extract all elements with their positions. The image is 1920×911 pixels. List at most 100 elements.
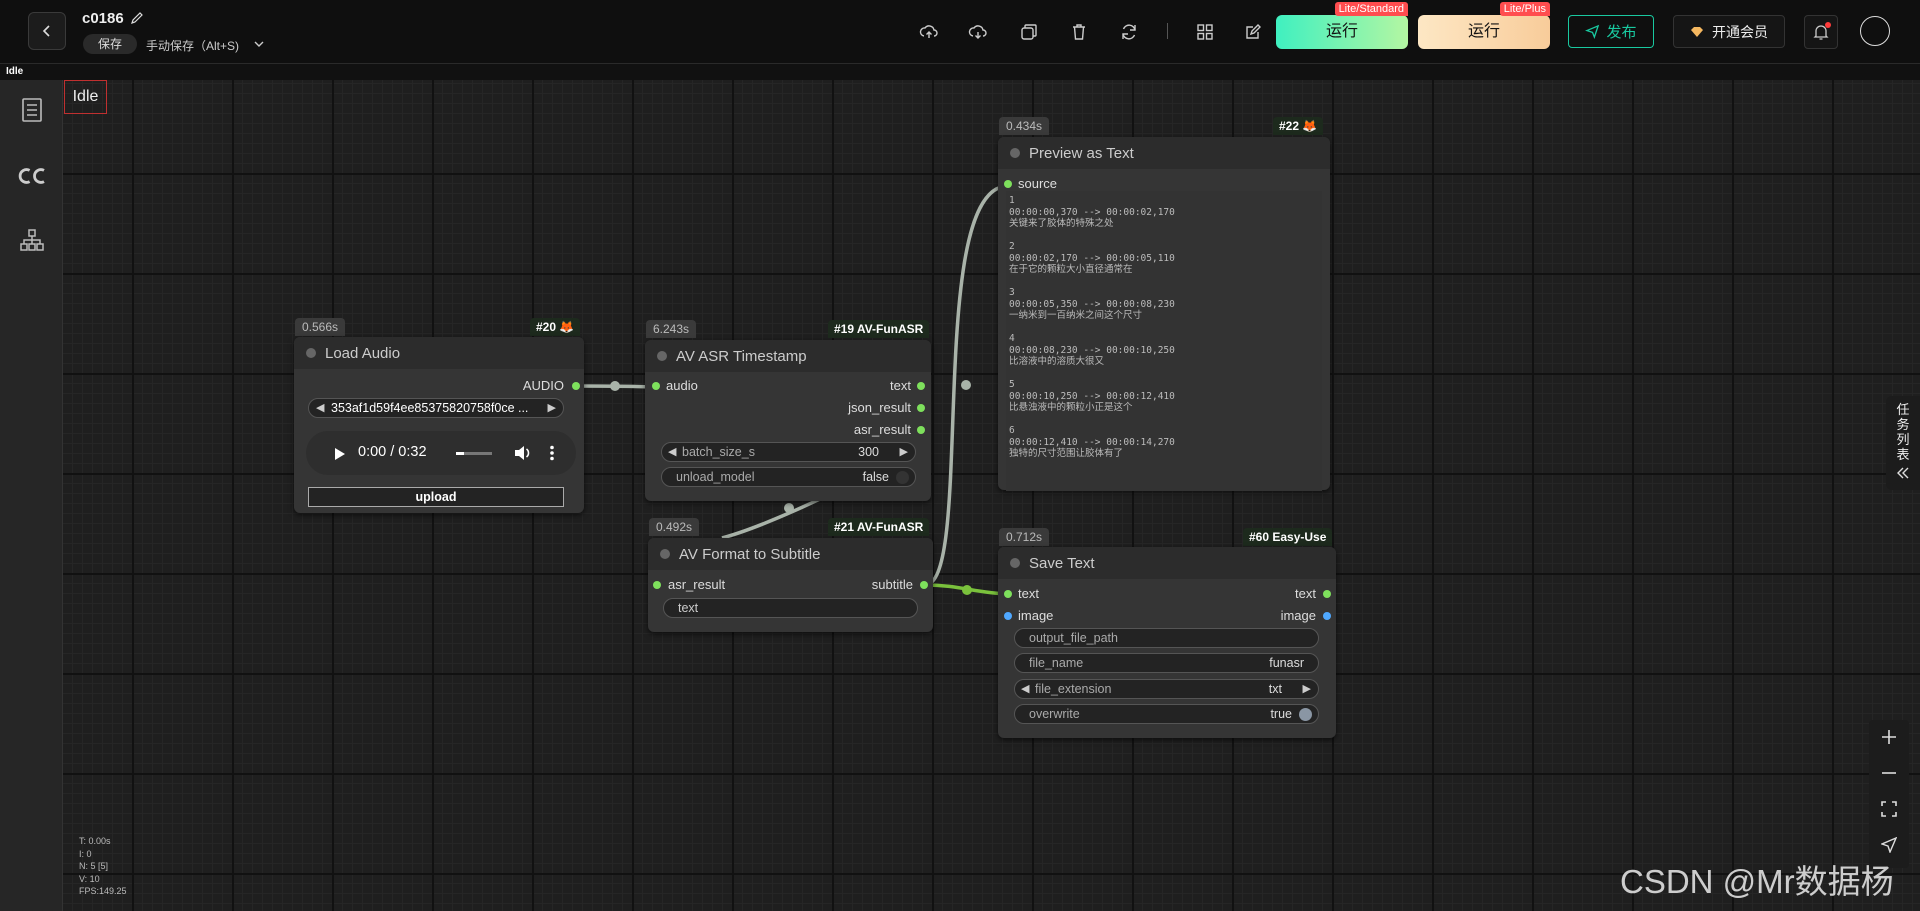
input-port-image[interactable] (1004, 612, 1012, 620)
stat-line: V: 10 (79, 873, 100, 884)
audio-time: 0:00 / 0:32 (358, 444, 427, 460)
widget-label: file_extension (1035, 682, 1112, 696)
widget-label: file_name (1029, 656, 1084, 670)
audio-progress[interactable] (456, 452, 492, 455)
overwrite-toggle[interactable]: overwrite true (1014, 704, 1319, 724)
link-audio-midpoint (610, 381, 620, 391)
output-port-audio[interactable] (572, 382, 580, 390)
node-status-dot (1010, 148, 1020, 158)
fullscreen-icon (1881, 801, 1897, 817)
input-label: image (1018, 608, 1054, 623)
arrow-right-icon[interactable]: ▶ (1303, 680, 1311, 698)
text-input-widget[interactable]: text (663, 598, 918, 618)
arrow-left-icon[interactable]: ◀ (1021, 680, 1029, 698)
volume-icon[interactable] (514, 445, 532, 461)
more-vertical-icon[interactable] (550, 445, 554, 461)
node-header[interactable]: Save Text (998, 547, 1336, 579)
zoom-in-button[interactable] (1879, 727, 1899, 747)
file-extension-select[interactable]: ◀ file_extension txt ▶ (1014, 679, 1319, 699)
node-header[interactable]: Load Audio (294, 337, 584, 369)
input-port-source[interactable] (1004, 180, 1012, 188)
locate-button[interactable] (1879, 835, 1899, 855)
link-asr-result-midpoint (784, 503, 794, 513)
task-list-tab[interactable]: 任务列表 (1886, 396, 1920, 490)
output-port-text[interactable] (917, 382, 925, 390)
batch-size-widget[interactable]: ◀ batch_size_s 300 ▶ (661, 442, 916, 462)
output-port-text[interactable] (1323, 590, 1331, 598)
node-id-badge: #22 🦊 (1273, 117, 1324, 135)
link-subtitle-save-midpoint (962, 585, 972, 595)
input-port-asr-result[interactable] (653, 581, 661, 589)
widget-label: batch_size_s (682, 445, 755, 459)
arrow-right-icon[interactable]: ▶ (548, 399, 556, 417)
input-label: asr_result (668, 577, 726, 592)
node-timing: 0.434s (999, 117, 1050, 135)
node-asr-timestamp[interactable]: AV ASR Timestamp audio text json_result … (645, 340, 931, 501)
widget-label: text (678, 601, 699, 615)
node-status-dot (657, 351, 667, 361)
node-title: AV Format to Subtitle (679, 546, 821, 563)
widget-label: unload_model (676, 470, 755, 484)
node-id-badge: #19 AV-FunASR (828, 320, 930, 338)
output-label: text (890, 378, 911, 393)
input-label: text (1018, 586, 1039, 601)
node-id-badge: #20 🦊 (530, 318, 581, 336)
node-save-text[interactable]: Save Text text text image image output_f… (998, 547, 1336, 738)
input-label: audio (666, 378, 698, 393)
output-port-subtitle[interactable] (920, 581, 928, 589)
input-port-text[interactable] (1004, 590, 1012, 598)
arrow-left-icon[interactable]: ◀ (316, 399, 324, 417)
node-status-dot (306, 348, 316, 358)
preview-text-output[interactable]: 1 00:00:00,370 --> 00:00:02,170 关键来了胶体的特… (1006, 191, 1322, 491)
output-label: asr_result (853, 422, 911, 437)
output-audio: AUDIO (523, 377, 564, 395)
zoom-controls (1869, 720, 1909, 868)
node-header[interactable]: AV Format to Subtitle (648, 538, 933, 570)
output-label: text (1295, 586, 1316, 601)
file-name-field[interactable]: file_name funasr (1014, 653, 1319, 673)
node-header[interactable]: Preview as Text (998, 137, 1330, 169)
arrow-left-icon[interactable]: ◀ (668, 443, 676, 461)
audio-player[interactable]: 0:00 / 0:32 (306, 431, 576, 475)
audio-file-select[interactable]: ◀ 353af1d59f4ee85375820758f0ce ... ▶ (308, 398, 564, 418)
output-label: image (1280, 608, 1316, 623)
widget-label: output_file_path (1029, 631, 1118, 645)
play-icon[interactable] (334, 447, 346, 461)
output-label: subtitle (871, 577, 913, 592)
stat-line: I: 0 (79, 848, 92, 859)
output-port-asr-result[interactable] (917, 426, 925, 434)
stat-line: FPS:149.25 (79, 886, 127, 896)
node-links (575, 184, 1009, 596)
output-port-image[interactable] (1323, 612, 1331, 620)
navigate-icon (1881, 837, 1897, 853)
watermark: CSDN @Mr数据杨 (1620, 863, 1894, 900)
double-chevron-left-icon (1897, 467, 1909, 479)
node-load-audio[interactable]: Load Audio AUDIO ◀ 353af1d59f4ee85375820… (294, 337, 584, 513)
output-label: json_result (848, 400, 911, 415)
toggle-indicator (1299, 708, 1312, 721)
input-port-audio[interactable] (652, 382, 660, 390)
node-id-badge: #21 AV-FunASR (828, 518, 930, 536)
upload-button[interactable]: upload (308, 487, 564, 507)
fit-view-button[interactable] (1879, 799, 1899, 819)
minus-icon (1882, 772, 1896, 774)
widget-value: false (862, 470, 889, 484)
node-timing: 0.492s (649, 518, 700, 536)
stat-line: N: 5 [5] (79, 861, 109, 871)
node-title: Save Text (1029, 555, 1095, 572)
output-file-path-field[interactable]: output_file_path (1014, 628, 1319, 648)
node-timing: 0.712s (999, 528, 1050, 546)
stat-line: T: 0.00s (79, 836, 111, 846)
widget-value: 300 (858, 445, 879, 459)
node-preview-text[interactable]: Preview as Text source 1 00:00:00,370 --… (998, 137, 1330, 491)
link-subtitle-preview-midpoint (961, 380, 971, 390)
output-label: AUDIO (522, 378, 564, 393)
widget-value: funasr (1269, 656, 1304, 670)
toggle-indicator (896, 471, 909, 484)
arrow-right-icon[interactable]: ▶ (900, 443, 908, 461)
zoom-out-button[interactable] (1879, 763, 1899, 783)
unload-model-toggle[interactable]: unload_model false (661, 467, 916, 487)
output-port-json-result[interactable] (917, 404, 925, 412)
node-format-subtitle[interactable]: AV Format to Subtitle asr_result subtitl… (648, 538, 933, 632)
node-header[interactable]: AV ASR Timestamp (645, 340, 931, 372)
